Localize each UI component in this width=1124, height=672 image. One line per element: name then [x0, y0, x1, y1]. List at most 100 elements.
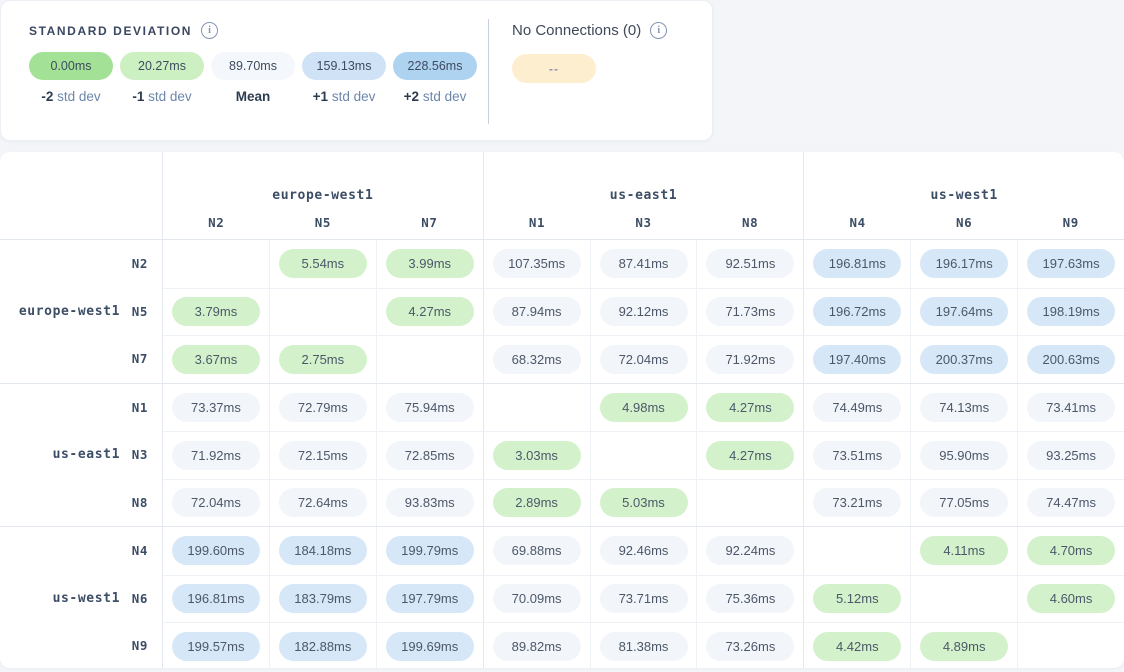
latency-pill-N8-N6[interactable]: 77.05ms: [920, 488, 1008, 517]
cell-N3-N6: 95.90ms: [910, 431, 1017, 479]
latency-pill-N3-N1[interactable]: 3.03ms: [493, 441, 581, 470]
latency-pill-N7-N1[interactable]: 68.32ms: [493, 345, 581, 374]
cell-N2-N2: [162, 240, 269, 288]
legend-item: 159.13ms+1 std dev: [302, 52, 386, 104]
latency-pill-N4-N8[interactable]: 92.24ms: [706, 536, 794, 565]
cell-N2-N1: 107.35ms: [483, 240, 590, 288]
latency-pill-N5-N7[interactable]: 4.27ms: [386, 297, 474, 326]
latency-pill-N7-N3[interactable]: 72.04ms: [600, 345, 688, 374]
latency-pill-N1-N7[interactable]: 75.94ms: [386, 393, 474, 422]
latency-pill-N1-N8[interactable]: 4.27ms: [706, 393, 794, 422]
row-region-label: europe-west1: [0, 240, 120, 383]
row-group-us-east1: us-east1N173.37ms72.79ms75.94ms4.98ms4.2…: [0, 383, 1124, 527]
latency-pill-N6-N4[interactable]: 5.12ms: [813, 584, 901, 613]
latency-pill-N9-N1[interactable]: 89.82ms: [493, 632, 581, 661]
latency-pill-N1-N9[interactable]: 73.41ms: [1027, 393, 1115, 422]
latency-pill-N4-N3[interactable]: 92.46ms: [600, 536, 688, 565]
latency-pill-N9-N8[interactable]: 73.26ms: [706, 632, 794, 661]
latency-pill-N2-N9[interactable]: 197.63ms: [1027, 249, 1115, 278]
legend-sub-label: +1 std dev: [313, 89, 376, 104]
latency-pill-N4-N1[interactable]: 69.88ms: [493, 536, 581, 565]
latency-pill-N9-N7[interactable]: 199.69ms: [386, 632, 474, 661]
cell-N5-N3: 92.12ms: [590, 288, 697, 336]
latency-pill-N3-N6[interactable]: 95.90ms: [920, 441, 1008, 470]
latency-pill-N5-N1[interactable]: 87.94ms: [493, 297, 581, 326]
latency-pill-N8-N7[interactable]: 93.83ms: [386, 488, 474, 517]
legend-item: 228.56ms+2 std dev: [393, 52, 477, 104]
matrix-row-N2: N25.54ms3.99ms107.35ms87.41ms92.51ms196.…: [0, 240, 1124, 288]
no-connections-pill: --: [512, 54, 596, 83]
cell-N6-N5: 183.79ms: [269, 575, 376, 623]
latency-pill-N4-N6[interactable]: 4.11ms: [920, 536, 1008, 565]
latency-pill-N2-N6[interactable]: 196.17ms: [920, 249, 1008, 278]
no-connections-info-icon[interactable]: i: [650, 22, 667, 39]
latency-pill-N1-N3[interactable]: 4.98ms: [600, 393, 688, 422]
latency-pill-N3-N9[interactable]: 93.25ms: [1027, 441, 1115, 470]
latency-pill-N4-N7[interactable]: 199.79ms: [386, 536, 474, 565]
latency-pill-N4-N5[interactable]: 184.18ms: [279, 536, 367, 565]
latency-pill-N3-N8[interactable]: 4.27ms: [706, 441, 794, 470]
cell-N6-N8: 75.36ms: [696, 575, 803, 623]
latency-pill-N1-N6[interactable]: 74.13ms: [920, 393, 1008, 422]
cell-N5-N8: 71.73ms: [696, 288, 803, 336]
latency-pill-N9-N2[interactable]: 199.57ms: [172, 632, 260, 661]
latency-pill-N9-N5[interactable]: 182.88ms: [279, 632, 367, 661]
latency-pill-N2-N5[interactable]: 5.54ms: [279, 249, 367, 278]
latency-pill-N9-N4[interactable]: 4.42ms: [813, 632, 901, 661]
latency-pill-N6-N3[interactable]: 73.71ms: [600, 584, 688, 613]
latency-pill-N5-N9[interactable]: 198.19ms: [1027, 297, 1115, 326]
latency-pill-N4-N2[interactable]: 199.60ms: [172, 536, 260, 565]
cell-N2-N9: 197.63ms: [1017, 240, 1124, 288]
latency-pill-N3-N7[interactable]: 72.85ms: [386, 441, 474, 470]
latency-pill-N1-N5[interactable]: 72.79ms: [279, 393, 367, 422]
latency-pill-N2-N3[interactable]: 87.41ms: [600, 249, 688, 278]
cell-N6-N4: 5.12ms: [803, 575, 910, 623]
cell-N3-N3: [590, 431, 697, 479]
latency-pill-N3-N2[interactable]: 71.92ms: [172, 441, 260, 470]
latency-pill-N8-N9[interactable]: 74.47ms: [1027, 488, 1115, 517]
latency-pill-N7-N9[interactable]: 200.63ms: [1027, 345, 1115, 374]
latency-pill-N5-N3[interactable]: 92.12ms: [600, 297, 688, 326]
latency-pill-N7-N8[interactable]: 71.92ms: [706, 345, 794, 374]
latency-pill-N7-N6[interactable]: 200.37ms: [920, 345, 1008, 374]
latency-pill-N8-N3[interactable]: 5.03ms: [600, 488, 688, 517]
latency-pill-N9-N6[interactable]: 4.89ms: [920, 632, 1008, 661]
cell-N9-N7: 199.69ms: [376, 622, 483, 668]
latency-pill-N5-N2[interactable]: 3.79ms: [172, 297, 260, 326]
latency-pill-N1-N4[interactable]: 74.49ms: [813, 393, 901, 422]
cell-N4-N4: [803, 527, 910, 575]
latency-pill-N1-N2[interactable]: 73.37ms: [172, 393, 260, 422]
latency-pill-N5-N6[interactable]: 197.64ms: [920, 297, 1008, 326]
latency-pill-N9-N3[interactable]: 81.38ms: [600, 632, 688, 661]
latency-pill-N7-N5[interactable]: 2.75ms: [279, 345, 367, 374]
cell-N9-N4: 4.42ms: [803, 622, 910, 668]
legend-item: 20.27ms-1 std dev: [120, 52, 204, 104]
column-group-europe-west1: europe-west1N2N5N7: [162, 152, 483, 239]
cell-N7-N3: 72.04ms: [590, 335, 697, 383]
latency-pill-N7-N4[interactable]: 197.40ms: [813, 345, 901, 374]
column-node-row: N1N3N8: [484, 212, 804, 239]
latency-pill-N5-N4[interactable]: 196.72ms: [813, 297, 901, 326]
latency-pill-N2-N4[interactable]: 196.81ms: [813, 249, 901, 278]
latency-pill-N8-N4[interactable]: 73.21ms: [813, 488, 901, 517]
latency-pill-N7-N2[interactable]: 3.67ms: [172, 345, 260, 374]
latency-pill-N5-N8[interactable]: 71.73ms: [706, 297, 794, 326]
latency-pill-N6-N5[interactable]: 183.79ms: [279, 584, 367, 613]
latency-pill-N6-N1[interactable]: 70.09ms: [493, 584, 581, 613]
latency-pill-N6-N8[interactable]: 75.36ms: [706, 584, 794, 613]
latency-pill-N6-N2[interactable]: 196.81ms: [172, 584, 260, 613]
latency-pill-N6-N9[interactable]: 4.60ms: [1027, 584, 1115, 613]
latency-pill-N2-N7[interactable]: 3.99ms: [386, 249, 474, 278]
latency-pill-N2-N1[interactable]: 107.35ms: [493, 249, 581, 278]
std-dev-info-icon[interactable]: i: [201, 22, 218, 39]
latency-pill-N8-N5[interactable]: 72.64ms: [279, 488, 367, 517]
column-region-label: us-west1: [804, 178, 1124, 212]
latency-pill-N3-N4[interactable]: 73.51ms: [813, 441, 901, 470]
latency-pill-N8-N1[interactable]: 2.89ms: [493, 488, 581, 517]
latency-pill-N3-N5[interactable]: 72.15ms: [279, 441, 367, 470]
latency-pill-N4-N9[interactable]: 4.70ms: [1027, 536, 1115, 565]
latency-pill-N8-N2[interactable]: 72.04ms: [172, 488, 260, 517]
latency-pill-N6-N7[interactable]: 197.79ms: [386, 584, 474, 613]
cell-N9-N6: 4.89ms: [910, 622, 1017, 668]
latency-pill-N2-N8[interactable]: 92.51ms: [706, 249, 794, 278]
